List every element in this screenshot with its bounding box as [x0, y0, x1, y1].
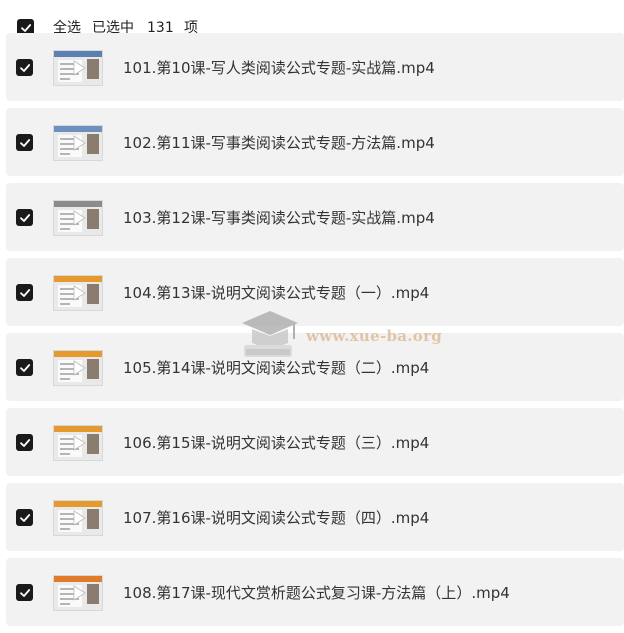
video-thumbnail[interactable]	[53, 50, 103, 86]
file-row[interactable]: 107.第16课-说明文阅读公式专题（四）.mp4	[6, 483, 624, 551]
watermark-text: www.xue-ba.org	[306, 327, 443, 345]
file-row[interactable]: 108.第17课-现代文赏析题公式复习课-方法篇（上）.mp4	[6, 558, 624, 626]
file-checkbox[interactable]	[16, 209, 33, 226]
file-name[interactable]: 106.第15课-说明文阅读公式专题（三）.mp4	[123, 433, 429, 453]
play-icon	[72, 210, 86, 226]
check-icon	[19, 213, 30, 222]
file-name[interactable]: 101.第10课-写人类阅读公式专题-实战篇.mp4	[123, 58, 435, 78]
play-icon	[72, 360, 86, 376]
check-icon	[19, 63, 30, 72]
video-thumbnail[interactable]	[53, 200, 103, 236]
file-name[interactable]: 104.第13课-说明文阅读公式专题（一）.mp4	[123, 283, 429, 303]
play-icon	[72, 585, 86, 601]
video-thumbnail[interactable]	[53, 500, 103, 536]
file-name[interactable]: 108.第17课-现代文赏析题公式复习课-方法篇（上）.mp4	[123, 583, 510, 603]
check-icon	[19, 138, 30, 147]
graduation-cap-icon	[242, 311, 298, 357]
video-thumbnail[interactable]	[53, 575, 103, 611]
file-checkbox[interactable]	[16, 134, 33, 151]
check-icon	[20, 23, 31, 32]
play-icon	[72, 435, 86, 451]
file-row[interactable]: 102.第11课-写事类阅读公式专题-方法篇.mp4	[6, 108, 624, 176]
video-thumbnail[interactable]	[53, 350, 103, 386]
file-name[interactable]: 107.第16课-说明文阅读公式专题（四）.mp4	[123, 508, 429, 528]
play-icon	[72, 60, 86, 76]
file-name[interactable]: 103.第12课-写事类阅读公式专题-实战篇.mp4	[123, 208, 435, 228]
file-name[interactable]: 102.第11课-写事类阅读公式专题-方法篇.mp4	[123, 133, 435, 153]
file-checkbox[interactable]	[16, 509, 33, 526]
check-icon	[19, 288, 30, 297]
file-row[interactable]: 106.第15课-说明文阅读公式专题（三）.mp4	[6, 408, 624, 476]
check-icon	[19, 513, 30, 522]
file-checkbox[interactable]	[16, 434, 33, 451]
play-icon	[72, 135, 86, 151]
play-icon	[72, 285, 86, 301]
check-icon	[19, 588, 30, 597]
file-checkbox[interactable]	[16, 284, 33, 301]
file-row[interactable]: 101.第10课-写人类阅读公式专题-实战篇.mp4	[6, 33, 624, 101]
file-checkbox[interactable]	[16, 359, 33, 376]
check-icon	[19, 363, 30, 372]
check-icon	[19, 438, 30, 447]
play-icon	[72, 510, 86, 526]
file-checkbox[interactable]	[16, 59, 33, 76]
watermark: www.xue-ba.org	[238, 305, 448, 365]
video-thumbnail[interactable]	[53, 425, 103, 461]
file-checkbox[interactable]	[16, 584, 33, 601]
video-thumbnail[interactable]	[53, 125, 103, 161]
video-thumbnail[interactable]	[53, 275, 103, 311]
file-row[interactable]: 103.第12课-写事类阅读公式专题-实战篇.mp4	[6, 183, 624, 251]
